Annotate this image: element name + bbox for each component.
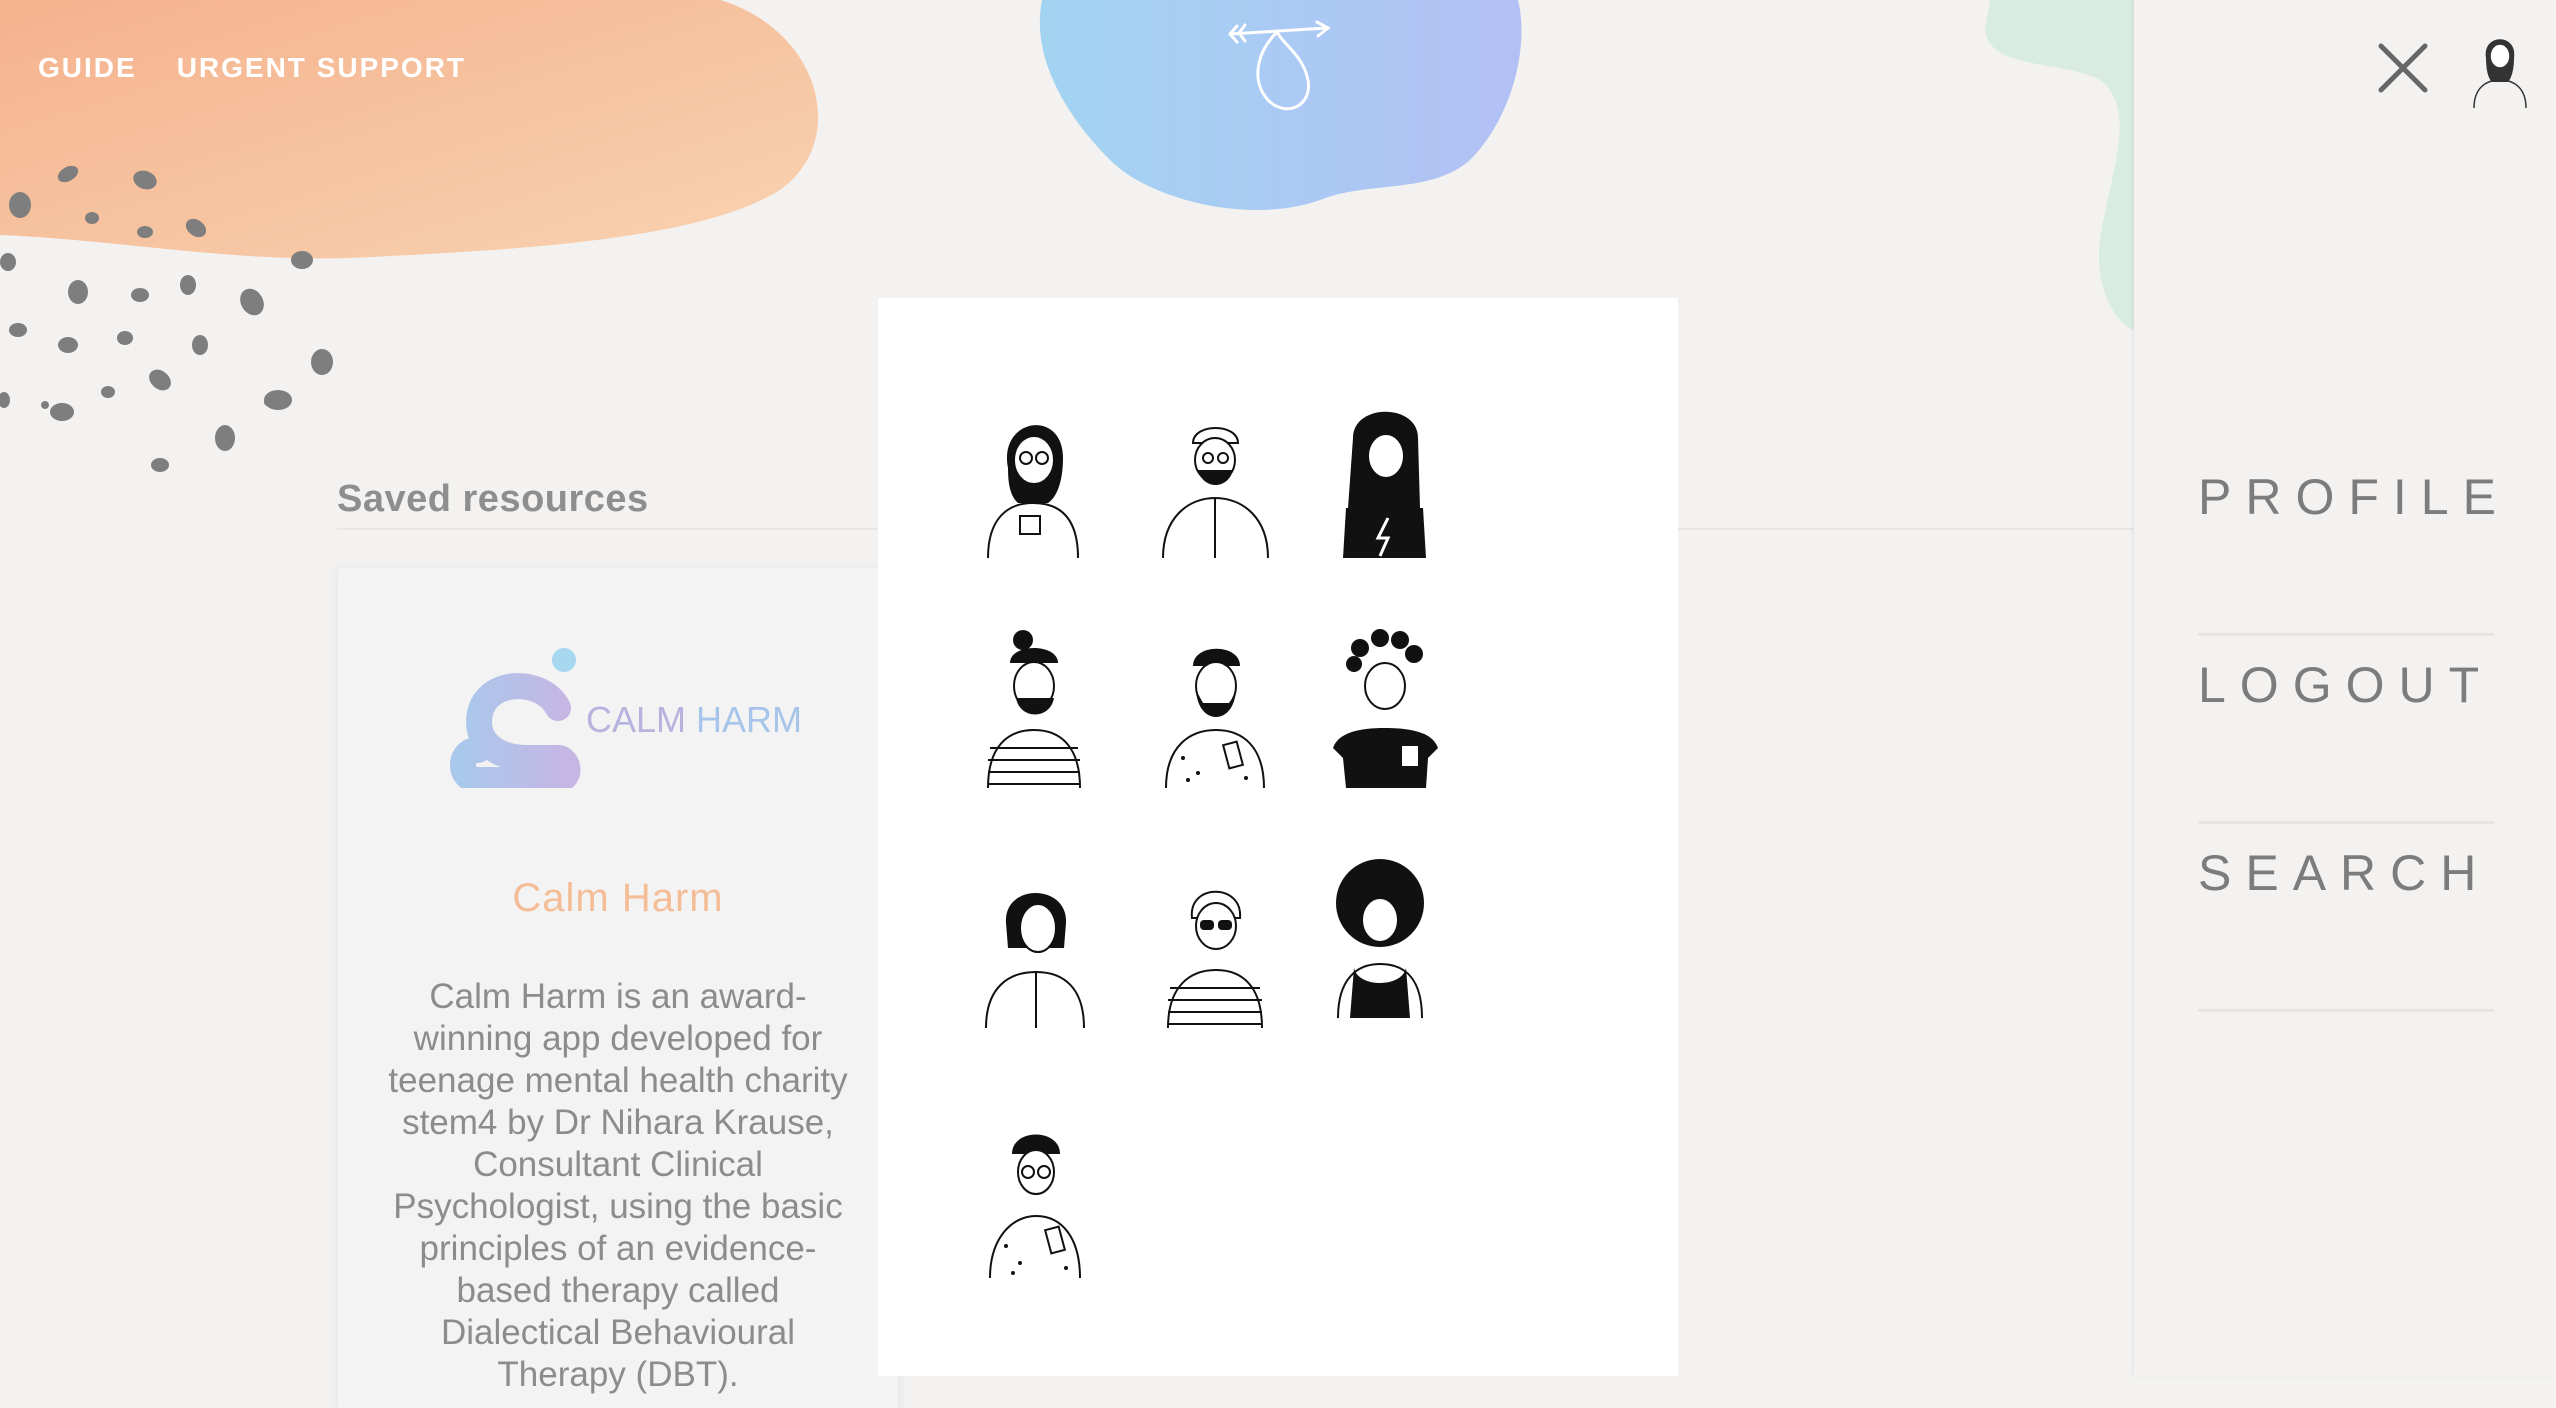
menu-item-search[interactable]: SEARCH	[2198, 824, 2494, 1012]
green-blob	[1985, 0, 2134, 330]
avatar-afro-tank-icon	[1336, 859, 1424, 1019]
menu-item-label: SEARCH	[2198, 845, 2491, 901]
resource-card[interactable]: CALM HARM Calm Harm Calm Harm is an awar…	[338, 568, 898, 1408]
avatar-icon[interactable]	[2468, 28, 2532, 108]
menu-item-profile[interactable]: PROFILE	[2198, 448, 2496, 636]
calm-harm-logo: CALM HARM	[450, 648, 802, 788]
avatar-option-beard-phone[interactable]	[1148, 628, 1278, 789]
top-nav: GUIDE URGENT SUPPORT	[38, 52, 466, 84]
avatar-option-afro-tank[interactable]	[1318, 858, 1448, 1019]
menu-item-label: LOGOUT	[2198, 657, 2494, 713]
svg-text:CALM: CALM	[586, 699, 686, 740]
section-title: Saved resources	[337, 478, 649, 520]
avatar-option-glasses-phone[interactable]	[968, 1118, 1098, 1279]
urgent-support-link[interactable]: URGENT SUPPORT	[177, 52, 466, 84]
avatar-beard-phone-icon	[1165, 648, 1265, 789]
avatar-sunglasses-striped-icon	[1167, 890, 1263, 1029]
arrow-loop-logo-icon[interactable]	[1215, 14, 1335, 114]
menu-item-label: PROFILE	[2198, 469, 2510, 525]
menu-item-logout[interactable]: LOGOUT	[2198, 636, 2494, 824]
avatar-option-lightning-tee[interactable]	[1318, 398, 1448, 558]
resource-description: Calm Harm is an award-winning app develo…	[388, 977, 848, 1394]
svg-text:HARM: HARM	[696, 699, 802, 740]
close-icon[interactable]	[2373, 38, 2433, 98]
avatar-headband-striped-icon	[987, 630, 1081, 789]
orange-blob	[0, 0, 819, 259]
avatar-option-headband-striped[interactable]	[968, 628, 1098, 789]
side-menu: PROFILE LOGOUT SEARCH	[2198, 448, 2496, 1012]
avatar-hijab-mug-icon	[987, 425, 1079, 559]
avatar-option-beanie-beard[interactable]	[1148, 398, 1278, 559]
avatar-option-sunglasses-striped[interactable]	[1148, 868, 1278, 1029]
resource-title: Calm Harm	[512, 876, 724, 920]
avatar-lightning-tee-icon	[1343, 411, 1426, 558]
avatar-glasses-phone-icon	[989, 1134, 1081, 1279]
avatar-beanie-beard-icon	[1162, 427, 1269, 559]
avatar-picker-modal	[878, 298, 1678, 1376]
avatar-bob-shirt-icon	[985, 893, 1085, 1029]
avatar-option-hijab-mug[interactable]	[968, 398, 1098, 559]
avatar-buns-pocket-icon	[1333, 629, 1438, 788]
guide-link[interactable]: GUIDE	[38, 52, 137, 84]
avatar-option-buns-pocket[interactable]	[1318, 628, 1448, 788]
avatar-option-bob-shirt[interactable]	[968, 868, 1098, 1029]
